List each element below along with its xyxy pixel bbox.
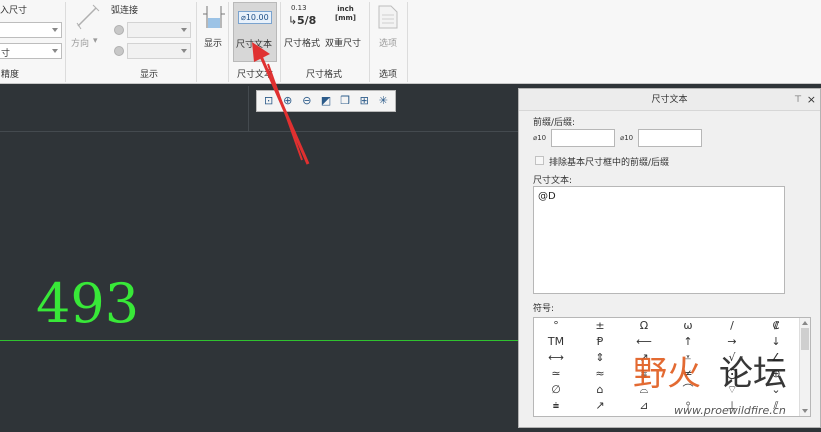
prefix-input[interactable] <box>551 129 615 147</box>
suffix-icon: ⌀10 <box>620 134 634 142</box>
watermark-url: www.proewildfire.cn <box>674 404 786 417</box>
display-group-label: 显示 <box>140 70 159 80</box>
precision-combo-2[interactable]: 寸 <box>0 43 62 59</box>
chevron-down-icon: ▾ <box>93 36 98 46</box>
ribbon: 入尺寸 寸 精度 方向 ▾ 弧连接 显示 显示 ⌀10.00 尺寸文本 0.13… <box>0 0 821 84</box>
symbol-item[interactable]: ≈ <box>578 366 622 382</box>
symbol-item[interactable]: ° <box>534 318 578 334</box>
arc-connect-label: 弧连接 <box>111 6 139 16</box>
close-icon[interactable]: × <box>807 89 816 111</box>
panel-title-bar: 尺寸文本 ⊤ × <box>519 89 820 111</box>
symbol-item[interactable]: TM <box>534 334 578 350</box>
precision-combo-1[interactable] <box>0 22 62 38</box>
prefix-icon: ⌀10 <box>533 134 547 142</box>
scroll-thumb[interactable] <box>801 328 809 350</box>
symbol-item[interactable]: ↗ <box>578 398 622 414</box>
watermark-text-a: 野火 <box>633 354 701 394</box>
exclude-checkbox[interactable] <box>535 156 544 165</box>
scroll-up-icon[interactable] <box>802 321 808 325</box>
symbol-item[interactable]: ⊿ <box>622 398 666 414</box>
direction-icon[interactable] <box>74 4 100 30</box>
symbol-item[interactable]: ⌂ <box>578 382 622 398</box>
watermark-text-b: 论坛 <box>719 354 787 394</box>
separator <box>407 2 408 82</box>
dual-dim-icon: inch [mm] <box>335 5 356 22</box>
separator <box>228 2 229 82</box>
symbol-item[interactable]: ± <box>578 318 622 334</box>
arc-combo-2[interactable] <box>127 43 191 59</box>
symbol-item[interactable]: Ᵽ <box>578 334 622 350</box>
symbol-item[interactable]: ≃ <box>534 366 578 382</box>
precision-group-label: 精度 <box>0 70 19 80</box>
fraction-icon: 5/8 <box>297 14 317 27</box>
arc-combo-1[interactable] <box>127 22 191 38</box>
show-witness-icon[interactable] <box>201 4 227 30</box>
symbol-item[interactable]: / <box>710 318 754 334</box>
symbol-scrollbar[interactable] <box>799 318 810 416</box>
arc-radio-1[interactable] <box>114 25 124 35</box>
separator <box>196 2 197 82</box>
exclude-label: 排除基本尺寸框中的前缀/后缀 <box>549 158 670 168</box>
annotation-arrow-icon <box>252 42 310 165</box>
direction-button[interactable]: 方向 <box>71 36 89 49</box>
symbol-item[interactable]: ⩧ <box>534 398 578 414</box>
scroll-down-icon[interactable] <box>802 409 808 413</box>
symbol-item[interactable]: ∅ <box>534 382 578 398</box>
symbol-item[interactable]: ⇕ <box>578 350 622 366</box>
options-icon[interactable] <box>377 4 399 30</box>
separator <box>369 2 370 82</box>
dimension-line <box>0 340 518 341</box>
precision-group: 入尺寸 寸 精度 <box>0 0 65 84</box>
pin-icon[interactable]: ⊤ <box>794 89 802 111</box>
dimension-value[interactable]: 493 <box>36 277 139 331</box>
symbol-item[interactable]: Ω <box>622 318 666 334</box>
arc-radio-2[interactable] <box>114 46 124 56</box>
annotation-display-icon[interactable]: ✳ <box>376 94 390 108</box>
chevron-down-icon <box>181 28 187 32</box>
chevron-down-icon <box>52 28 58 32</box>
options-group-label: 选项 <box>379 70 398 80</box>
suffix-input[interactable] <box>638 129 702 147</box>
panel-title: 尺寸文本 <box>651 95 688 105</box>
watermark-logo: 野火 论坛 <box>633 346 787 395</box>
dim-format-icon: 0.13 <box>291 4 307 12</box>
chevron-down-icon <box>52 49 58 53</box>
arrow-icon: ↳ <box>288 14 298 27</box>
symbol-item[interactable]: ₡ <box>754 318 798 334</box>
show-button[interactable]: 显示 <box>204 36 222 49</box>
precision-combo-2-value: 寸 <box>1 49 11 59</box>
dim-text-label: 尺寸文本: <box>533 176 573 186</box>
view-manager-icon[interactable]: ⊞ <box>357 94 371 108</box>
options-button[interactable]: 选项 <box>379 36 397 49</box>
chevron-down-icon <box>181 49 187 53</box>
symbol-item[interactable]: ω <box>666 318 710 334</box>
input-dim-label: 入尺寸 <box>0 6 28 16</box>
dim-text-icon: ⌀10.00 <box>238 11 272 24</box>
symbol-item[interactable]: ⟷ <box>534 350 578 366</box>
dim-text-input[interactable]: @D <box>533 186 785 294</box>
prefix-suffix-label: 前缀/后缀: <box>533 118 576 128</box>
dual-dim-button[interactable]: 双重尺寸 <box>325 36 361 49</box>
symbols-label: 符号: <box>533 304 555 314</box>
display-group: 方向 ▾ 弧连接 显示 <box>66 0 196 84</box>
display-style-icon[interactable]: ❒ <box>338 94 352 108</box>
